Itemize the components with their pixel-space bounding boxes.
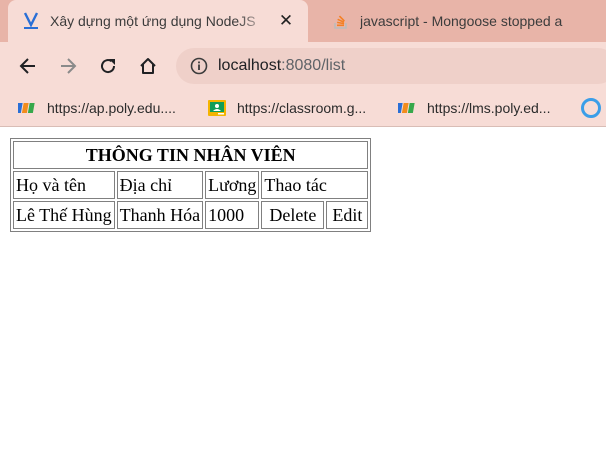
bookmark-label: https://ap.poly.edu.... [47, 100, 176, 116]
classroom-icon [208, 99, 226, 117]
table-title: THÔNG TIN NHÂN VIÊN [13, 141, 369, 169]
reload-icon[interactable] [94, 52, 122, 80]
home-icon[interactable] [134, 52, 162, 80]
tab-title: javascript - Mongoose stopped a [360, 13, 563, 29]
cell-salary: 1000 [205, 201, 260, 229]
extension-icon[interactable] [580, 97, 602, 119]
column-header: Lương [205, 171, 260, 199]
cell-address: Thanh Hóa [116, 201, 204, 229]
v-logo-icon [22, 12, 40, 30]
bookmark-item[interactable]: https://ap.poly.edu.... [18, 97, 176, 119]
fpt-logo-icon [398, 99, 416, 117]
bookmarks-bar: https://ap.poly.edu.... https://classroo… [0, 90, 606, 127]
tab-close-icon[interactable]: ✕ [276, 11, 296, 31]
back-arrow-icon[interactable] [14, 52, 42, 80]
tab-title: Xây dựng một ứng dụng NodeJS [50, 13, 256, 29]
bookmark-label: https://classroom.g... [237, 100, 367, 116]
toolbar: localhost:8080/list [0, 42, 606, 90]
column-header: Thao tác [261, 171, 369, 199]
address-bar[interactable]: localhost:8080/list [176, 48, 606, 84]
page-content: THÔNG TIN NHÂN VIÊN Họ và tên Địa chỉ Lư… [0, 127, 606, 465]
table-row: Lê Thế Hùng Thanh Hóa 1000 Delete Edit [13, 201, 369, 229]
delete-button[interactable]: Delete [261, 201, 325, 229]
stackoverflow-icon [332, 12, 350, 30]
tab-inactive[interactable]: javascript - Mongoose stopped a [318, 0, 606, 42]
column-header: Địa chỉ [116, 171, 204, 199]
table-title-row: THÔNG TIN NHÂN VIÊN [13, 141, 369, 169]
url-text: localhost:8080/list [218, 57, 345, 75]
tab-active[interactable]: Xây dựng một ứng dụng NodeJS ✕ [8, 0, 308, 42]
employee-table: THÔNG TIN NHÂN VIÊN Họ và tên Địa chỉ Lư… [10, 138, 372, 232]
url-path: :8080/list [281, 57, 346, 74]
url-host: localhost [218, 57, 282, 74]
forward-arrow-icon[interactable] [54, 52, 82, 80]
fpt-logo-icon [18, 99, 36, 117]
table-header-row: Họ và tên Địa chỉ Lương Thao tác [13, 171, 369, 199]
tab-strip: Xây dựng một ứng dụng NodeJS ✕ javascrip… [0, 0, 606, 42]
actions-row: Delete Edit [261, 201, 369, 229]
cell-name: Lê Thế Hùng [13, 201, 115, 229]
bookmark-item[interactable]: https://classroom.g... [208, 97, 366, 119]
actions-wrapper: Delete Edit [261, 201, 369, 229]
edit-label: Edit [332, 205, 363, 225]
delete-label: Delete [269, 205, 317, 225]
column-header: Họ và tên [13, 171, 115, 199]
edit-button[interactable]: Edit [326, 201, 369, 229]
cell-actions: Delete Edit [261, 201, 369, 229]
bookmark-label: https://lms.poly.ed... [427, 100, 551, 116]
bookmark-item[interactable]: https://lms.poly.ed... [398, 97, 550, 119]
info-icon[interactable] [190, 57, 208, 75]
